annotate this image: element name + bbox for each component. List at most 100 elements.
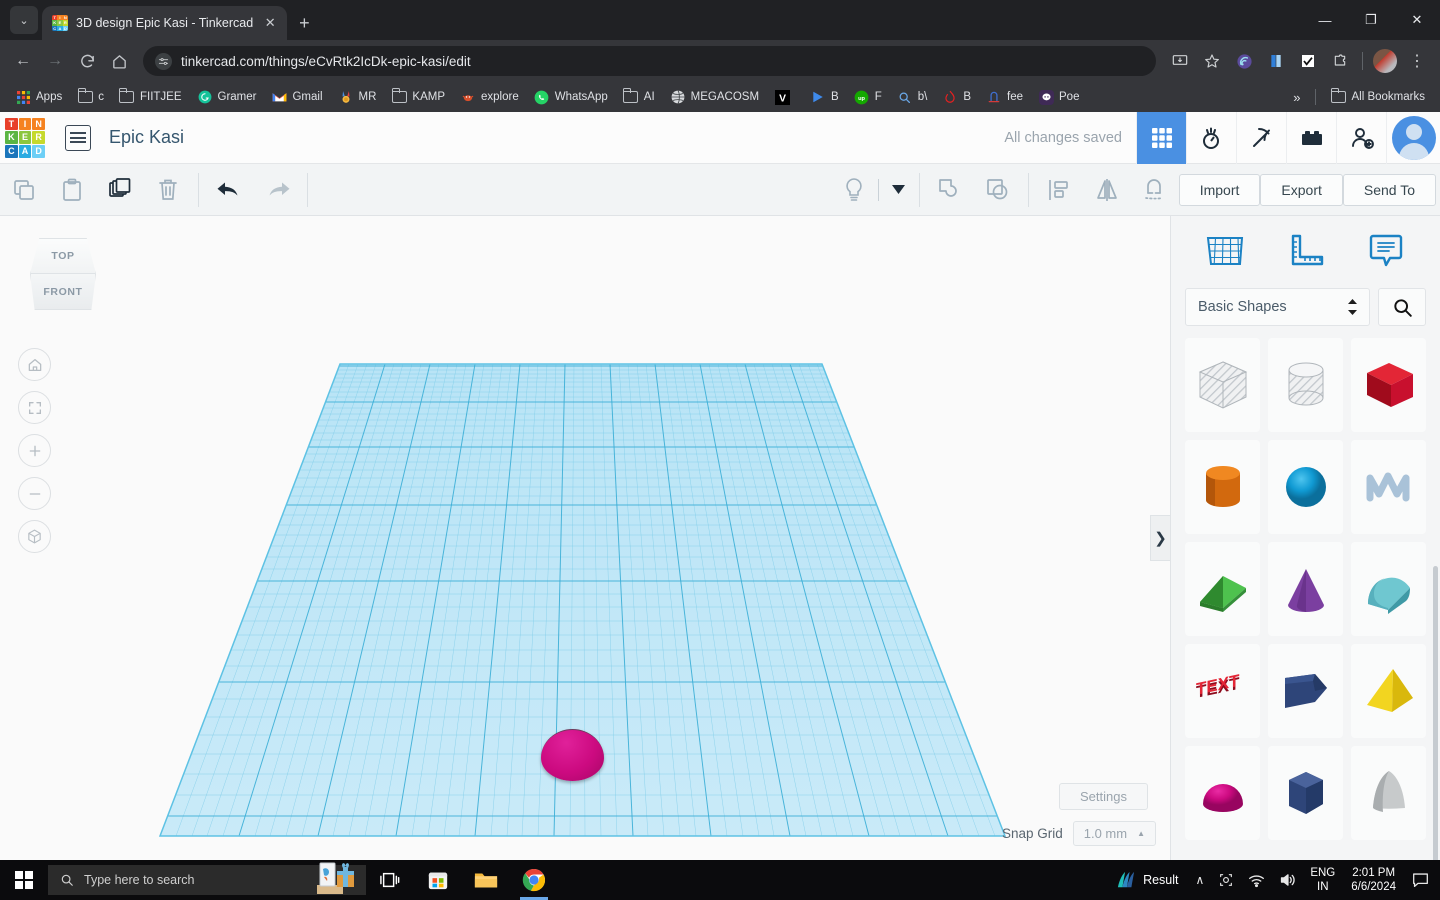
- fit-view-button[interactable]: [18, 391, 51, 424]
- bookmark-f-upwork[interactable]: up F: [847, 86, 889, 108]
- profile-avatar[interactable]: [1370, 46, 1400, 76]
- volume-icon[interactable]: [1272, 860, 1303, 900]
- home-view-button[interactable]: [18, 348, 51, 381]
- shape-cone-purple[interactable]: [1268, 542, 1343, 636]
- wifi-icon[interactable]: [1241, 860, 1272, 900]
- bookmark-b-play[interactable]: B: [803, 86, 846, 108]
- bookmark-poe[interactable]: Poe: [1031, 86, 1086, 108]
- all-bookmarks-button[interactable]: All Bookmarks: [1324, 86, 1433, 108]
- tune-icon[interactable]: [155, 52, 172, 70]
- redo-button[interactable]: [253, 164, 301, 216]
- settings-button[interactable]: Settings: [1059, 783, 1148, 810]
- project-list-icon[interactable]: [65, 124, 91, 151]
- align-button[interactable]: [1035, 164, 1083, 216]
- clock[interactable]: 2:01 PM 6/6/2024: [1342, 866, 1405, 894]
- back-button[interactable]: ←: [8, 46, 38, 76]
- codeblocks-icon[interactable]: [1186, 112, 1236, 164]
- cortana-illustration-icon[interactable]: [316, 857, 360, 895]
- file-explorer-button[interactable]: [462, 860, 510, 900]
- snap-grid-select[interactable]: 1.0 mm ▲: [1072, 821, 1156, 846]
- brick-lego-icon[interactable]: [1286, 112, 1336, 164]
- ortho-perspective-button[interactable]: [18, 520, 51, 553]
- magnet-button[interactable]: [1131, 164, 1179, 216]
- page-title[interactable]: Epic Kasi: [109, 127, 184, 148]
- result-app-item[interactable]: Result: [1106, 871, 1188, 889]
- browser-tab[interactable]: TIN KER CAD 3D design Epic Kasi - Tinker…: [42, 6, 288, 40]
- shape-cylinder-orange[interactable]: [1185, 440, 1260, 534]
- bookmark-v[interactable]: V: [767, 86, 802, 108]
- shape-box-red[interactable]: [1351, 338, 1426, 432]
- blocks-grid-icon[interactable]: [1136, 112, 1186, 164]
- copy-button[interactable]: [0, 164, 48, 216]
- shape-round-roof-teal[interactable]: [1351, 542, 1426, 636]
- shape-cylinder-hole[interactable]: [1268, 338, 1343, 432]
- bookmark-mr[interactable]: MR: [331, 86, 384, 108]
- note-icon[interactable]: [1362, 228, 1410, 276]
- tinkercad-logo[interactable]: TIN KER CAD: [5, 117, 45, 158]
- shape-polygon-navy[interactable]: [1268, 746, 1343, 840]
- extension-wifi-icon[interactable]: [1229, 46, 1259, 76]
- mirror-button[interactable]: [1083, 164, 1131, 216]
- view-cube[interactable]: TOP FRONT: [22, 238, 104, 312]
- 3d-viewport[interactable]: Workplane TOP FRONT: [0, 216, 1170, 860]
- bookmark-kamp[interactable]: KAMP: [384, 86, 452, 108]
- bookmark-megacosm[interactable]: MEGACOSM: [663, 86, 766, 108]
- user-avatar-button[interactable]: [1386, 112, 1440, 164]
- shape-halfsphere-pink[interactable]: [1185, 746, 1260, 840]
- window-minimize-button[interactable]: —: [1302, 0, 1348, 40]
- shape-paraboloid-gray[interactable]: [1351, 746, 1426, 840]
- shape-category-select[interactable]: Basic Shapes: [1185, 288, 1370, 326]
- shape-pyramid-yellow[interactable]: [1351, 644, 1426, 738]
- chrome-button[interactable]: [510, 860, 558, 900]
- ruler-icon[interactable]: [1281, 228, 1329, 276]
- taskbar-search[interactable]: Type here to search: [48, 862, 366, 895]
- bookmark-fee[interactable]: fee: [979, 86, 1030, 108]
- search-shapes-button[interactable]: [1378, 288, 1426, 326]
- bookmark-gramer[interactable]: Gramer: [190, 86, 264, 108]
- bookmark-c[interactable]: c: [70, 86, 111, 108]
- bookmark-gmail[interactable]: Gmail: [264, 86, 329, 108]
- home-button[interactable]: [104, 46, 134, 76]
- view-cube-front[interactable]: FRONT: [30, 274, 96, 310]
- windows-start-button[interactable]: [0, 860, 48, 900]
- onedrive-icon[interactable]: [1211, 860, 1241, 900]
- forward-button[interactable]: →: [40, 46, 70, 76]
- light-bulb-button[interactable]: [830, 164, 878, 216]
- export-button[interactable]: Export: [1260, 173, 1343, 206]
- duplicate-button[interactable]: [96, 164, 144, 216]
- delete-button[interactable]: [144, 164, 192, 216]
- workplane-icon[interactable]: [1201, 228, 1249, 276]
- task-view-button[interactable]: [366, 860, 414, 900]
- action-center-button[interactable]: [1405, 860, 1436, 900]
- new-tab-button[interactable]: +: [299, 14, 310, 32]
- install-app-icon[interactable]: [1165, 46, 1195, 76]
- shape-text-red[interactable]: TEXT TEXT: [1185, 644, 1260, 738]
- bookmark-whatsapp[interactable]: WhatsApp: [527, 86, 615, 108]
- bookmark-ai[interactable]: AI: [616, 86, 662, 108]
- address-bar[interactable]: tinkercad.com/things/eCvRtk2IcDk-epic-ka…: [143, 46, 1156, 76]
- shape-box-hole[interactable]: [1185, 338, 1260, 432]
- shape-wedge-navy[interactable]: [1268, 644, 1343, 738]
- paste-button[interactable]: [48, 164, 96, 216]
- panel-scrollbar[interactable]: [1433, 566, 1438, 860]
- simulate-pickaxe-icon[interactable]: [1236, 112, 1286, 164]
- language-indicator[interactable]: ENG IN: [1303, 866, 1342, 894]
- bookmark-fiitjee[interactable]: FIITJEE: [112, 86, 189, 108]
- window-close-button[interactable]: ✕: [1394, 0, 1440, 40]
- invite-person-icon[interactable]: [1336, 112, 1386, 164]
- tab-search-button[interactable]: ⌄: [10, 6, 38, 34]
- light-dropdown-button[interactable]: [885, 164, 913, 216]
- bookmark-explore[interactable]: explore: [453, 86, 526, 108]
- panel-collapse-button[interactable]: ❯: [1150, 515, 1170, 561]
- window-maximize-button[interactable]: ❐: [1348, 0, 1394, 40]
- bookmarks-overflow-button[interactable]: »: [1287, 90, 1306, 105]
- shape-scribble[interactable]: [1351, 440, 1426, 534]
- view-cube-top[interactable]: TOP: [30, 238, 96, 274]
- zoom-in-button[interactable]: [18, 434, 51, 467]
- undo-button[interactable]: [205, 164, 253, 216]
- microsoft-store-button[interactable]: [414, 860, 462, 900]
- extensions-puzzle-icon[interactable]: [1325, 46, 1355, 76]
- ungroup-button[interactable]: [974, 164, 1022, 216]
- extension-book-icon[interactable]: [1261, 46, 1291, 76]
- extension-check-icon[interactable]: [1293, 46, 1323, 76]
